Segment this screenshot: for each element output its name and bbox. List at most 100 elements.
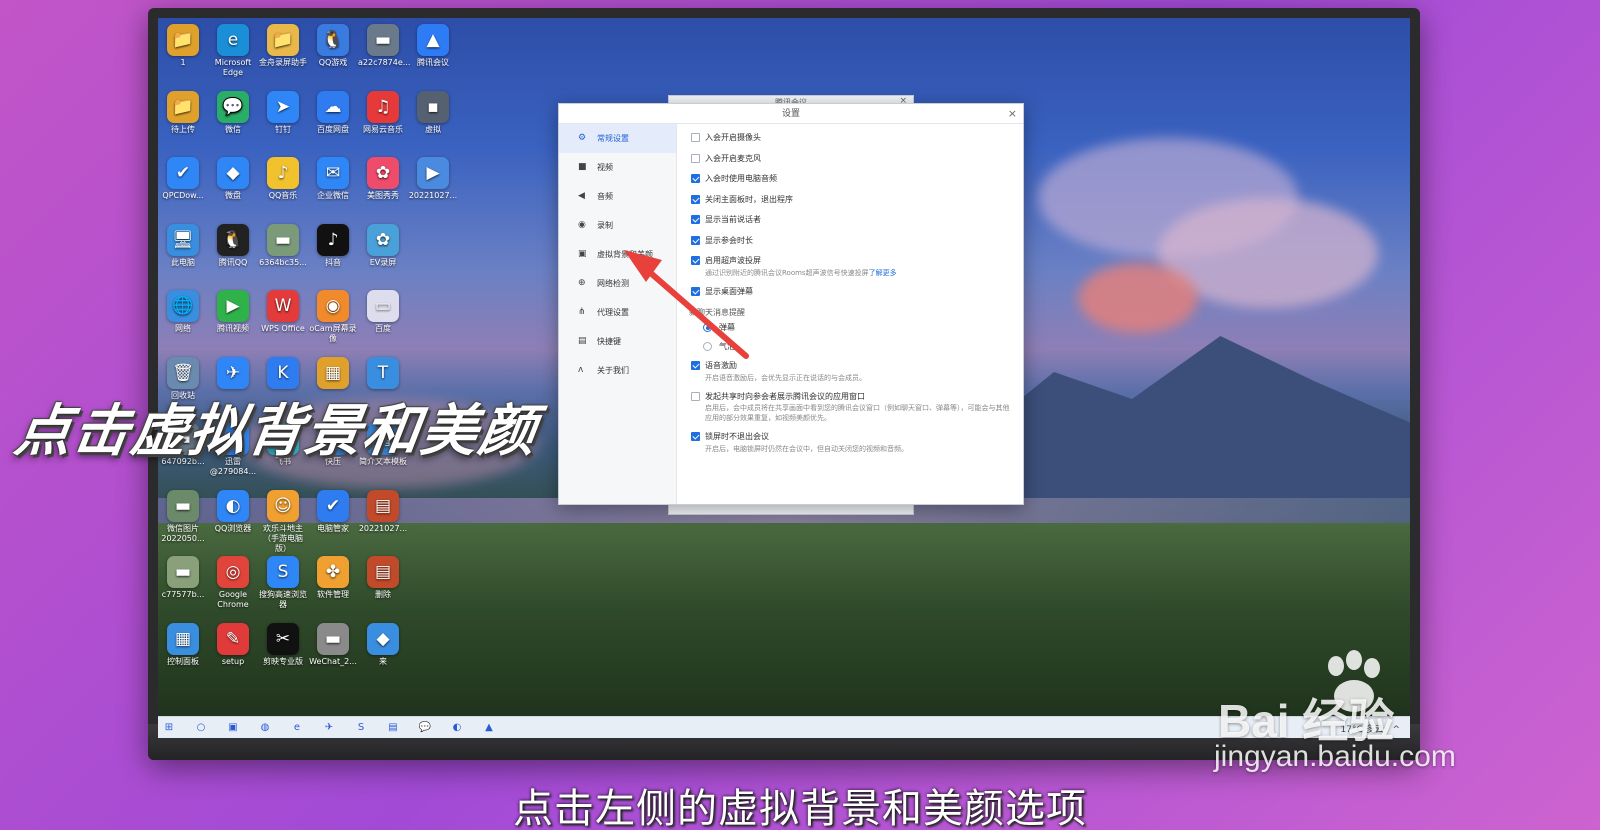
app-icon: 📁 <box>167 24 199 56</box>
desktop-icon[interactable]: ◎ Google Chrome <box>208 556 258 610</box>
desktop-icon-label: 腾讯QQ <box>218 257 248 267</box>
desktop-icon[interactable]: ▬ a22c7874e... <box>358 24 410 68</box>
taskbar-app-icon[interactable]: 💬 <box>418 721 432 735</box>
desktop-icon[interactable]: ▲ 腾讯会议 <box>408 24 458 68</box>
setting-option[interactable]: 显示当前说话者 <box>689 214 1015 235</box>
desktop-icon[interactable]: ▬ WeChat_2... <box>308 622 358 667</box>
checkbox[interactable] <box>691 194 700 204</box>
taskbar-app-icon[interactable]: ⊞ <box>162 721 176 735</box>
desktop-icon[interactable]: ▬ 6364bc35... <box>258 223 308 268</box>
wallpaper-pink-cloud <box>1078 263 1198 333</box>
desktop-icon[interactable]: ▤ 20221027... <box>358 489 408 534</box>
desktop-icon[interactable]: ✿ EV录屏 <box>358 223 408 268</box>
desktop-icon[interactable]: 🖥 此电脑 <box>158 223 208 268</box>
setting-option[interactable]: 显示桌面弹幕 <box>689 286 1015 307</box>
setting-option[interactable]: 入会开启摄像头 <box>689 132 1015 153</box>
checkbox[interactable] <box>691 215 700 224</box>
desktop-icon-label: 控制面板 <box>167 656 199 666</box>
desktop-icon-label: 20221027... <box>358 523 408 533</box>
nav-proxy[interactable]: ⋔ 代理设置 <box>559 298 676 327</box>
desktop-icon[interactable]: ♪ QQ音乐 <box>258 157 308 201</box>
desktop-icon[interactable]: ▬ c77577b... <box>158 556 208 600</box>
desktop-icon[interactable]: ✔ QPCDow... <box>158 157 208 201</box>
nav-label: 关于我们 <box>597 366 629 375</box>
desktop-icon[interactable]: ☁ 百度网盘 <box>308 90 358 135</box>
desktop-icon[interactable]: ▤ 删除 <box>358 556 408 600</box>
nav-about[interactable]: ᴧ 关于我们 <box>559 356 676 385</box>
nav-audio[interactable]: ◀ 音频 <box>559 182 676 211</box>
desktop-icon[interactable]: e Microsoft Edge <box>208 24 258 78</box>
nav-video[interactable]: ■ 视频 <box>559 153 676 182</box>
radio-option[interactable]: 气泡 <box>689 341 1015 360</box>
desktop-icon[interactable]: ✿ 美图秀秀 <box>358 157 408 201</box>
nav-icon: ⚙ <box>578 133 587 143</box>
setting-option[interactable]: 语音激励 <box>689 360 1015 381</box>
desktop-icon[interactable]: ➤ 钉钉 <box>258 90 308 135</box>
desktop-icon[interactable]: S 搜狗高速浏览器 <box>258 556 308 610</box>
nav-shortcuts[interactable]: ▤ 快捷键 <box>559 327 676 356</box>
desktop-icon[interactable]: ◐ QQ浏览器 <box>208 489 258 534</box>
desktop-icon[interactable]: ✤ 软件管理 <box>308 556 358 600</box>
desktop-icon[interactable]: W WPS Office <box>258 290 308 334</box>
desktop-icon[interactable]: 📁 金舟录屏助手 <box>258 24 308 68</box>
option-label: 语音激励 <box>705 361 737 370</box>
desktop-icon[interactable]: ✎ setup <box>208 622 258 667</box>
nav-record[interactable]: ◉ 录制 <box>559 211 676 240</box>
checkbox[interactable] <box>691 174 700 183</box>
taskbar-app-icon[interactable]: ○ <box>194 721 208 735</box>
setting-option[interactable]: 入会开启麦克风 <box>689 153 1015 174</box>
desktop-icon[interactable]: ☺ 欢乐斗地主（手游电脑版） <box>258 489 308 554</box>
taskbar-app-icon[interactable]: S <box>354 721 368 735</box>
taskbar-app-icon[interactable]: ◍ <box>258 721 272 735</box>
desktop-icon[interactable]: 🐧 腾讯QQ <box>208 223 258 268</box>
nav-general[interactable]: ⚙ 常规设置 <box>559 124 676 153</box>
nav-network[interactable]: ⊕ 网络检测 <box>559 269 676 298</box>
checkbox[interactable] <box>691 391 700 401</box>
desktop-icon[interactable]: ▬ 微信图片 2022050... <box>158 489 208 544</box>
desktop-icon[interactable]: 📁 1 <box>158 24 208 68</box>
setting-option[interactable]: 锁屏时不退出会议 <box>689 431 1015 452</box>
desktop-icon[interactable]: ◉ oCam屏幕录像 <box>308 290 358 344</box>
app-icon: ✔ <box>167 157 199 189</box>
checkbox[interactable] <box>691 286 700 296</box>
desktop-icon[interactable]: ♫ 网易云音乐 <box>358 90 408 135</box>
taskbar-app-icon[interactable]: ✈ <box>322 721 336 735</box>
checkbox[interactable] <box>691 361 700 370</box>
checkbox[interactable] <box>691 153 700 163</box>
desktop-icon[interactable]: 🐧 QQ游戏 <box>308 24 358 68</box>
nav-virtual-background[interactable]: ▣ 虚拟背景和美颜 <box>559 240 676 269</box>
setting-option[interactable]: 发起共享时向参会者展示腾讯会议的应用窗口 <box>689 391 1015 412</box>
checkbox[interactable] <box>691 432 700 441</box>
desktop-icon[interactable]: ▭ 百度 <box>358 290 408 334</box>
setting-option[interactable]: 入会时使用电脑音频 <box>689 173 1015 194</box>
desktop-icon[interactable]: ▶ 20221027... <box>408 157 458 201</box>
radio-button[interactable] <box>703 342 712 351</box>
taskbar-app-icon[interactable]: ▤ <box>386 721 400 735</box>
checkbox[interactable] <box>691 133 700 142</box>
desktop-icon[interactable]: ✔ 电脑管家 <box>308 489 358 534</box>
checkbox[interactable] <box>691 235 700 245</box>
desktop-icon[interactable]: ♪ 抖音 <box>308 223 358 268</box>
desktop-icon[interactable]: 💬 微信 <box>208 90 258 135</box>
taskbar-app-icon[interactable]: ◐ <box>450 721 464 735</box>
close-icon[interactable]: × <box>1008 107 1017 120</box>
setting-option[interactable]: 显示参会时长 <box>689 235 1015 256</box>
taskbar-app-icon[interactable]: ▣ <box>226 721 240 735</box>
desktop-icon[interactable]: ▪ 虚拟 <box>408 90 458 135</box>
desktop-icon[interactable]: 📁 待上传 <box>158 90 208 135</box>
desktop-icon[interactable]: ▶ 腾讯视频 <box>208 290 258 334</box>
desktop-icon[interactable]: ▦ 控制面板 <box>158 622 208 667</box>
taskbar-app-icon[interactable]: e <box>290 721 304 735</box>
desktop-icon[interactable]: ◆ 微盘 <box>208 157 258 201</box>
desktop-icon[interactable]: ◆ 来 <box>358 622 408 667</box>
setting-option[interactable]: 启用超声波投屏 <box>689 255 1015 276</box>
desktop-icon[interactable]: ✉ 企业微信 <box>308 157 358 201</box>
radio-button[interactable] <box>703 323 712 332</box>
setting-option[interactable]: 关闭主面板时，退出程序 <box>689 194 1015 215</box>
desktop-icon[interactable]: 🌐 网络 <box>158 290 208 334</box>
radio-option[interactable]: 弹幕 <box>689 322 1015 341</box>
taskbar-app-icon[interactable]: ▲ <box>482 721 496 735</box>
app-icon: ♫ <box>367 90 399 123</box>
checkbox[interactable] <box>691 256 700 265</box>
desktop-icon[interactable]: ✂ 剪映专业版 <box>258 622 308 667</box>
